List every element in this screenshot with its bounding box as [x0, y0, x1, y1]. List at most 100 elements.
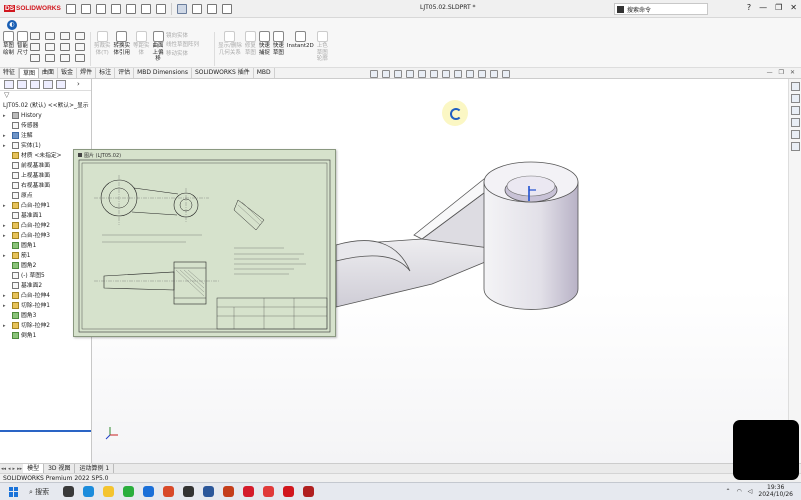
tab-markup[interactable]: 标注: [96, 68, 116, 78]
expand-arrow-icon[interactable]: ▸: [3, 111, 6, 121]
apply-scene-icon[interactable]: [478, 70, 486, 78]
offset-on-surface-button[interactable]: 曲面 上偏 移: [152, 31, 164, 63]
monitor-icon[interactable]: [502, 70, 510, 78]
file-explorer-icon[interactable]: [790, 106, 800, 115]
configuration-manager-tab-icon[interactable]: [30, 80, 40, 89]
file-explorer-icon[interactable]: [103, 486, 115, 497]
print-icon[interactable]: [126, 3, 136, 14]
relations-button[interactable]: 显示/删除 几何关系: [218, 31, 242, 63]
previous-view-icon[interactable]: [394, 70, 402, 78]
filter-icon[interactable]: ▽: [0, 91, 91, 101]
rapid-sketch-button[interactable]: 快速 草图: [272, 31, 284, 63]
expand-arrow-icon[interactable]: ▸: [3, 291, 6, 301]
hide-show-icon[interactable]: [454, 70, 462, 78]
expand-arrow-icon[interactable]: ▸: [3, 221, 6, 231]
app-icon[interactable]: [163, 486, 175, 497]
design-library-icon[interactable]: [790, 94, 800, 103]
feature-manager-tab-icon[interactable]: [4, 80, 14, 89]
tab-sketch[interactable]: 草图: [19, 68, 40, 78]
tree-item[interactable]: ▸ History: [0, 111, 91, 121]
options-gear-icon[interactable]: [222, 3, 232, 14]
tab-surfaces[interactable]: 曲面: [39, 68, 59, 78]
rebuild-traffic-light-icon[interactable]: [192, 3, 202, 14]
mirror-entities-item[interactable]: 镜向实体: [166, 32, 199, 41]
tab-weldments[interactable]: 焊件: [77, 68, 97, 78]
edit-appearance-icon[interactable]: [466, 70, 474, 78]
open-icon[interactable]: [96, 3, 106, 14]
smart-dimension-button[interactable]: 智能 尺寸: [17, 31, 28, 56]
expand-arrow-icon[interactable]: ▸: [3, 301, 6, 311]
tab-model[interactable]: 模型: [23, 464, 45, 473]
last-tab-arrow-icon[interactable]: ▸▸: [16, 466, 23, 472]
appearances-icon[interactable]: [790, 130, 800, 139]
tab-features[interactable]: 特征: [0, 68, 20, 78]
rollback-bar[interactable]: [0, 430, 91, 432]
browser-icon[interactable]: [143, 486, 155, 497]
fillet-icon[interactable]: [60, 54, 70, 62]
line-icon[interactable]: [30, 32, 40, 40]
arc-icon[interactable]: [45, 43, 55, 51]
doc-minimize-button[interactable]: —: [767, 69, 773, 76]
expand-icon[interactable]: ◐: [7, 20, 17, 30]
view-settings-icon[interactable]: [490, 70, 498, 78]
repair-sketch-button[interactable]: 修复 草图: [244, 31, 256, 63]
quick-snaps-button[interactable]: 快速 捕捉: [258, 31, 270, 63]
home-icon[interactable]: [66, 3, 76, 14]
view-palette-icon[interactable]: [790, 118, 800, 127]
speaker-icon[interactable]: ◁: [748, 488, 753, 495]
display-style-icon[interactable]: [442, 70, 450, 78]
wps-icon[interactable]: [263, 486, 275, 497]
trim-entities-button[interactable]: 剪裁实 体(T): [94, 31, 111, 63]
chevron-up-icon[interactable]: ⌃: [726, 488, 731, 495]
tab-mbd-dimensions[interactable]: MBD Dimensions: [134, 68, 192, 78]
redo-icon[interactable]: [156, 3, 166, 14]
wifi-icon[interactable]: ◠: [737, 488, 742, 495]
solidworks-taskbar-icon[interactable]: [283, 486, 295, 497]
expand-arrow-icon[interactable]: ▸: [3, 141, 6, 151]
polygon-icon[interactable]: [60, 43, 70, 51]
move-entities-item[interactable]: 移动实体: [166, 50, 199, 59]
minimize-button[interactable]: —: [759, 3, 767, 12]
circle-icon[interactable]: [45, 32, 55, 40]
new-document-icon[interactable]: [81, 3, 91, 14]
solidworks-resources-icon[interactable]: [790, 82, 800, 91]
doc-restore-button[interactable]: ❐: [779, 69, 784, 76]
solidworks-logo[interactable]: DS SOLIDWORKS: [4, 5, 66, 12]
windows-start-icon[interactable]: [9, 486, 19, 497]
text-icon[interactable]: [75, 43, 85, 51]
linear-pattern-item[interactable]: 线性草图阵列: [166, 41, 199, 50]
sketch-button[interactable]: 草图 绘制: [3, 31, 14, 56]
tab-3d-views[interactable]: 3D 视图: [44, 464, 76, 473]
doc-close-button[interactable]: ✕: [790, 69, 795, 76]
powerpoint-icon[interactable]: [223, 486, 235, 497]
expand-arrow-icon[interactable]: ▸: [3, 231, 6, 241]
instant2d-button[interactable]: Instant2D: [287, 31, 314, 63]
command-search-input[interactable]: 搜索命令: [614, 3, 708, 15]
convert-entities-button[interactable]: 转换实 体引用: [114, 31, 130, 63]
recorder-icon[interactable]: [303, 486, 315, 497]
expand-arrow-icon[interactable]: ▸: [3, 251, 6, 261]
wechat-icon[interactable]: [123, 486, 135, 497]
first-tab-arrow-icon[interactable]: ◂◂: [0, 466, 7, 472]
tab-mbd[interactable]: MBD: [254, 68, 275, 78]
close-button[interactable]: ✕: [790, 3, 797, 12]
clock[interactable]: 19:36 2024/10/26: [758, 484, 793, 498]
section-view-icon[interactable]: [406, 70, 414, 78]
display-manager-tab-icon[interactable]: [56, 80, 66, 89]
task-view-icon[interactable]: [63, 486, 75, 497]
tree-root-part[interactable]: LJT05.02 (默认) <<默认>_显示: [0, 101, 91, 111]
expand-arrow-icon[interactable]: ▸: [3, 321, 6, 331]
expand-arrow-icon[interactable]: ▸: [3, 131, 6, 141]
shaded-contours-button[interactable]: 上色 草图 轮廓: [316, 31, 328, 63]
dimxpert-tab-icon[interactable]: [43, 80, 53, 89]
view-orientation-icon[interactable]: [430, 70, 438, 78]
offset-entities-button[interactable]: 等距实 体: [133, 31, 150, 63]
tab-evaluate[interactable]: 评估: [115, 68, 135, 78]
rectangle-icon[interactable]: [30, 43, 40, 51]
tree-item[interactable]: 传感器: [0, 121, 91, 131]
zoom-to-fit-icon[interactable]: [370, 70, 378, 78]
app-icon[interactable]: [243, 486, 255, 497]
plane-icon[interactable]: [75, 54, 85, 62]
tree-item[interactable]: ▸ 注解: [0, 131, 91, 141]
undo-icon[interactable]: [141, 3, 151, 14]
